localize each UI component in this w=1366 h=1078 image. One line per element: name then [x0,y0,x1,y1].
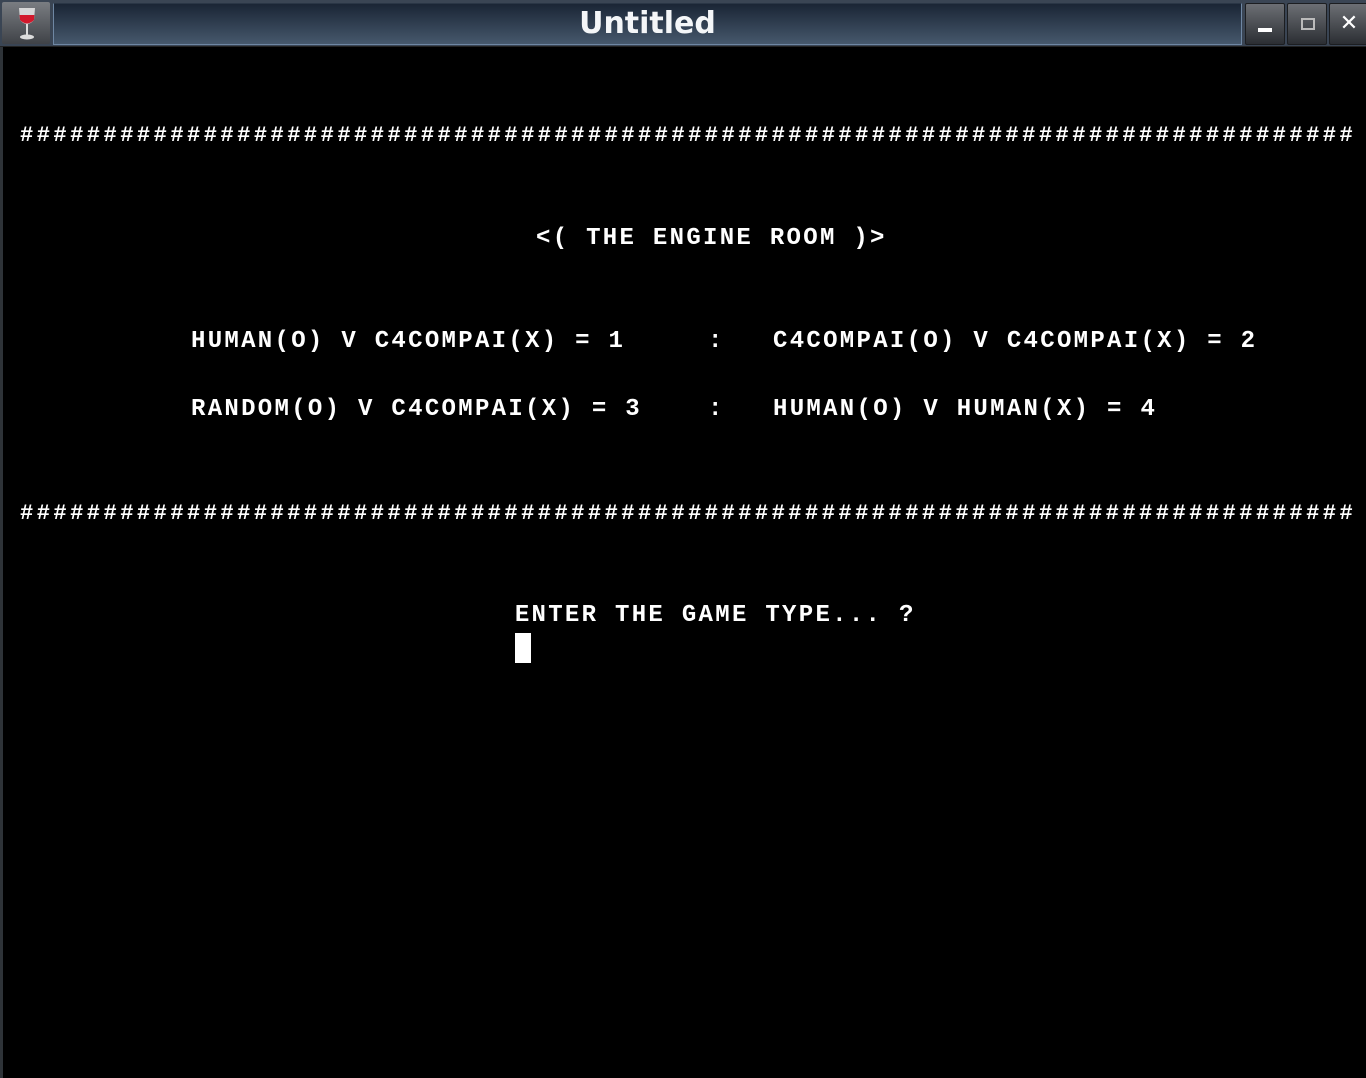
maximize-icon [1301,18,1315,30]
option-2: C4COMPAI(O) V C4COMPAI(X) = 2 [773,328,1258,355]
minimize-button[interactable] [1245,3,1285,45]
option-3: RANDOM(O) V C4COMPAI(X) = 3 [191,396,642,423]
option-1: HUMAN(O) V C4COMPAI(X) = 1 [191,328,626,355]
wine-glass-icon [19,8,35,40]
terminal-screen[interactable]: ########################################… [0,47,1366,1078]
prompt-line[interactable]: ENTER THE GAME TYPE... ? [448,565,916,663]
option-separator: : [708,328,725,355]
divider-bottom: ########################################… [20,501,1357,526]
app-menu-button[interactable] [2,2,50,44]
screen-heading: <( THE ENGINE ROOM )> [536,225,887,252]
divider-top: ########################################… [20,123,1357,148]
close-icon: ✕ [1339,11,1359,36]
window-titlebar[interactable]: Untitled ✕ [0,0,1366,47]
title-area[interactable]: Untitled [53,3,1242,45]
option-separator: : [708,396,725,423]
text-cursor [514,633,531,663]
window-title: Untitled [579,6,716,41]
maximize-button[interactable] [1287,3,1327,45]
close-button[interactable]: ✕ [1329,3,1366,45]
prompt-text: ENTER THE GAME TYPE... ? [514,602,916,629]
minimize-icon [1258,28,1272,32]
option-4: HUMAN(O) V HUMAN(X) = 4 [773,396,1158,423]
